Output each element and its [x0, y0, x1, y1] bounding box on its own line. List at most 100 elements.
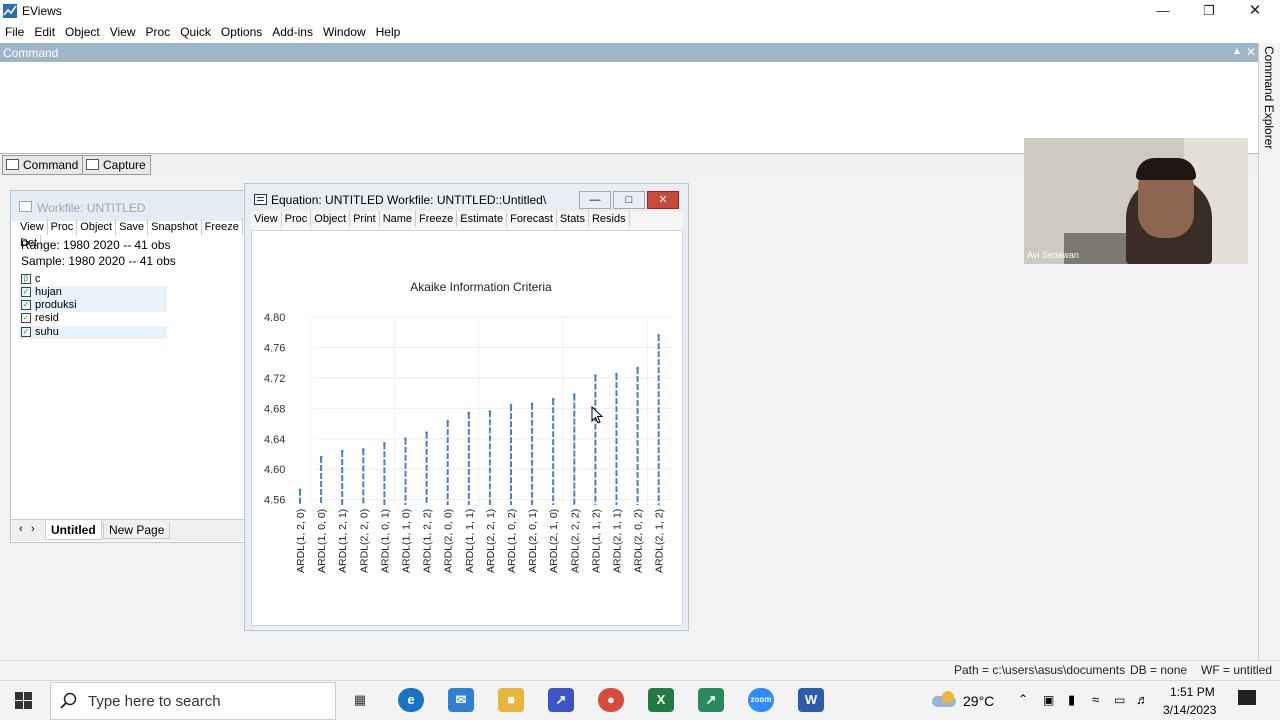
chrome-icon[interactable]: ● [598, 688, 624, 712]
eq-btn-proc[interactable]: Proc [282, 211, 312, 227]
object-row-hujan[interactable]: ✓ hujan [19, 286, 167, 299]
menu-add-ins[interactable]: Add-ins [267, 22, 318, 39]
eq-minimize-icon[interactable]: — [579, 191, 611, 209]
wf-btn-save[interactable]: Save [116, 219, 149, 235]
workfile-range: Range: 1980 2020 -- 41 obs [21, 238, 171, 252]
coef-icon: β [21, 274, 31, 284]
taskbar-search-placeholder: Type here to search [88, 693, 221, 710]
eq-btn-view[interactable]: View [251, 211, 282, 227]
eviews-taskbar-icon[interactable]: ↗ [548, 688, 574, 712]
tray-app-icon[interactable]: ▣ [1043, 693, 1054, 707]
pin-icon[interactable]: ▲ [1232, 46, 1242, 57]
chart-bar-cap [425, 431, 428, 434]
eq-btn-freeze[interactable]: Freeze [416, 211, 458, 227]
page-tab-untitled[interactable]: Untitled [45, 520, 102, 540]
webcam-participant-name: Avi Setiawan [1027, 250, 1079, 260]
zoom-icon[interactable]: zoom [748, 688, 774, 712]
battery-icon[interactable]: ▭ [1114, 693, 1125, 707]
excel-icon[interactable]: X [648, 688, 674, 712]
menu-edit[interactable]: Edit [29, 22, 60, 39]
word-icon[interactable]: W [798, 688, 824, 712]
equation-window[interactable]: Equation: UNTITLED Workfile: UNTITLED::U… [244, 183, 689, 631]
workfile-toolbar: View Proc Object Save Snapshot FreezeDet [17, 219, 245, 251]
menu-view[interactable]: View [105, 22, 141, 39]
menu-file[interactable]: File [0, 22, 29, 39]
y-tick-label: 4.72 [264, 373, 285, 385]
close-icon[interactable]: ✕ [1232, 0, 1278, 22]
status-wf: WF = untitled [1201, 663, 1273, 677]
menu-bar: File Edit Object View Proc Quick Options Add-in… [0, 22, 1280, 43]
capture-window-icon [86, 159, 99, 170]
workfile-window[interactable]: Workfile: UNTITLED View Proc Object Save Sna… [10, 190, 246, 543]
menu-help[interactable]: Help [371, 22, 406, 39]
edge-browser-icon[interactable]: e [398, 688, 424, 712]
wifi-icon[interactable]: ≈ [1092, 692, 1099, 707]
eq-btn-print[interactable]: Print [350, 211, 380, 227]
mail-icon[interactable]: ✉ [448, 688, 474, 712]
page-tab-new-page[interactable]: New Page [103, 522, 171, 539]
person-hair [1136, 158, 1196, 180]
eq-btn-name[interactable]: Name [380, 211, 417, 227]
object-row-suhu[interactable]: ✓ suhu [19, 326, 167, 339]
chart-bar-cap [362, 448, 365, 451]
x-tick-label: ARDL(2, 0, 1) [527, 509, 539, 573]
menu-quick[interactable]: Quick [175, 22, 216, 39]
clock-time[interactable]: 1:51 PM [1170, 685, 1215, 699]
tab-scroll-left-icon[interactable]: ‹ [19, 523, 23, 535]
eq-maximize-icon[interactable]: □ [613, 191, 645, 209]
wf-btn-freeze[interactable]: Freeze [202, 219, 243, 235]
eq-btn-forecast[interactable]: Forecast [507, 211, 557, 227]
chart-bar-cap [530, 402, 534, 406]
chart-bar-cap [657, 333, 660, 337]
series-check-icon: ✓ [21, 300, 31, 310]
eq-btn-estimate[interactable]: Estimate [457, 211, 508, 227]
object-row-c[interactable]: βc [19, 273, 167, 286]
object-row-resid[interactable]: ✓ resid [19, 312, 167, 325]
tab-scroll-right-icon[interactable]: › [31, 523, 35, 535]
chart-bar-cap [594, 374, 597, 377]
object-row-produksi[interactable]: ✓ produksi [19, 299, 167, 312]
restore-icon[interactable]: ❐ [1186, 0, 1232, 22]
app-title: EViews [22, 4, 62, 18]
eq-btn-stats[interactable]: Stats [557, 211, 589, 227]
command-close-icon[interactable]: ✕ [1246, 45, 1256, 59]
wf-btn-object[interactable]: Object [77, 219, 117, 235]
wf-btn-proc[interactable]: Proc [48, 219, 78, 235]
file-explorer-icon[interactable]: ■ [498, 688, 524, 712]
x-tick-label: ARDL(2, 1, 0) [548, 509, 560, 573]
weather-temperature[interactable]: 29°C [963, 693, 994, 709]
search-icon [60, 692, 77, 709]
series-check-icon: ✓ [21, 287, 31, 297]
minimize-icon[interactable]: — [1140, 0, 1186, 22]
microphone-icon[interactable]: ▮ [1068, 692, 1075, 708]
chart-bar-cap [636, 366, 639, 370]
task-view-icon[interactable]: ▦ [347, 688, 373, 712]
x-tick-label: ARDL(1, 0, 0) [316, 509, 328, 573]
eq-btn-object[interactable]: Object [311, 211, 351, 227]
menu-object[interactable]: Object [60, 22, 105, 39]
x-tick-label: ARDL(1, 2, 1) [337, 509, 349, 573]
windows-start-icon[interactable] [15, 692, 32, 709]
eviews-active-icon[interactable]: ↗ [698, 688, 724, 712]
equation-icon [254, 194, 267, 205]
clock-date[interactable]: 3/14/2023 [1163, 703, 1216, 717]
volume-icon[interactable]: ♬ [1136, 692, 1149, 707]
tab-command[interactable]: Command [2, 155, 84, 175]
x-tick-label: ARDL(1, 1, 1) [464, 509, 476, 573]
y-tick-label: 4.80 [264, 312, 285, 324]
menu-options[interactable]: Options [216, 22, 267, 39]
menu-proc[interactable]: Proc [141, 22, 176, 39]
menu-window[interactable]: Window [318, 22, 371, 39]
chart-bar-cap [340, 449, 344, 453]
workfile-sample: Sample: 1980 2020 -- 41 obs [21, 254, 176, 268]
eq-close-icon[interactable]: ✕ [647, 191, 679, 209]
weather-cloud-icon[interactable] [930, 690, 960, 708]
webcam-overlay: Avi Setiawan [1024, 138, 1248, 264]
eq-btn-resids[interactable]: Resids [589, 211, 630, 227]
tab-capture[interactable]: Capture [82, 155, 151, 175]
wf-btn-view[interactable]: View [17, 219, 48, 235]
wf-btn-snapshot[interactable]: Snapshot [148, 219, 202, 235]
chevron-up-icon[interactable]: ⌃ [1018, 692, 1028, 706]
notification-icon[interactable] [1238, 690, 1256, 705]
x-tick-label: ARDL(1, 0, 2) [506, 509, 518, 573]
